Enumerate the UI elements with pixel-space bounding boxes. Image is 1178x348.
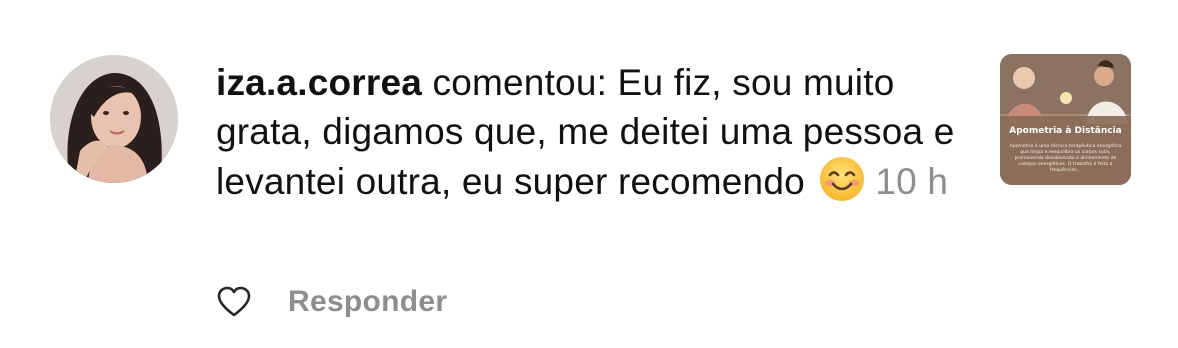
- avatar-image: [50, 55, 178, 183]
- thumbnail-body-text: Apometria é uma técnica terapêutica ener…: [1009, 144, 1122, 173]
- like-button[interactable]: [216, 284, 252, 320]
- thumbnail-title: Apometria à Distância: [1009, 126, 1122, 136]
- comment-actions: Responder: [216, 280, 447, 324]
- comment-timestamp: 10 h: [875, 161, 949, 202]
- reply-button[interactable]: Responder: [288, 285, 447, 319]
- comment-text: iza.a.correa comentou: Eu fiz, sou muito…: [216, 58, 976, 206]
- post-thumbnail[interactable]: Apometria à Distância Apometria é uma té…: [1000, 54, 1131, 185]
- avatar[interactable]: [50, 55, 178, 183]
- smiling-face-emoji-icon: [819, 156, 865, 202]
- heart-outline-icon: [217, 286, 251, 317]
- username-link[interactable]: iza.a.correa: [216, 62, 422, 103]
